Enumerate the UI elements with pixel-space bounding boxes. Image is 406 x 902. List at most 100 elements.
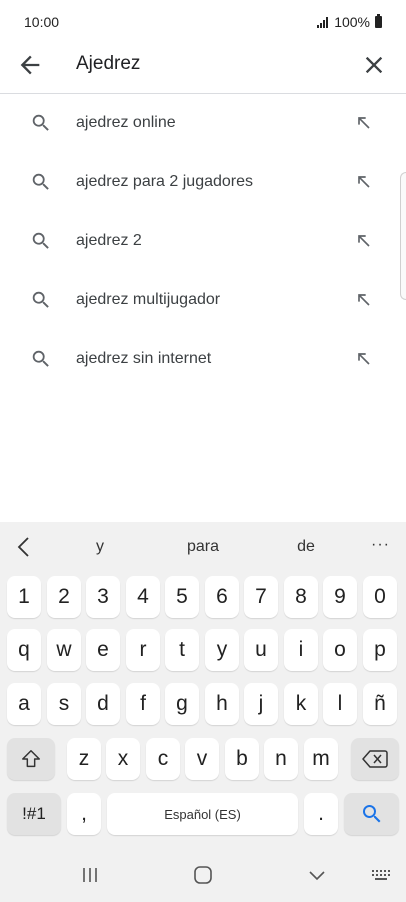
suggestion-completion: sin internet: [128, 350, 212, 367]
hide-keyboard-button[interactable]: [302, 862, 332, 888]
symbols-key[interactable]: !#1: [7, 793, 61, 835]
suggestion-item[interactable]: ajedrez multijugador: [0, 271, 406, 330]
key[interactable]: 5: [165, 576, 199, 618]
comma-key[interactable]: ,: [67, 793, 101, 835]
key[interactable]: g: [165, 683, 199, 725]
period-key[interactable]: .: [304, 793, 338, 835]
suggestion-list: ajedrez online ajedrez para 2 jugadores …: [0, 94, 406, 389]
fill-query-arrow-icon[interactable]: [354, 290, 374, 310]
keyboard-row-top: q w e r t y u i o p: [0, 629, 406, 675]
key[interactable]: t: [165, 629, 199, 671]
backspace-key[interactable]: [351, 738, 399, 780]
backspace-icon: [362, 750, 388, 768]
key[interactable]: 0: [363, 576, 397, 618]
suggestion-match: ajedrez: [76, 350, 129, 367]
key[interactable]: w: [47, 629, 81, 671]
clear-search-button[interactable]: [360, 51, 388, 79]
suggestion-item[interactable]: ajedrez sin internet: [0, 330, 406, 389]
key[interactable]: 1: [7, 576, 41, 618]
keyboard-row-bottom: z x c v b n m: [0, 738, 406, 784]
key[interactable]: z: [67, 738, 101, 780]
fill-query-arrow-icon[interactable]: [354, 172, 374, 192]
keyboard-toolbar: y para de ···: [0, 522, 406, 572]
key[interactable]: d: [86, 683, 120, 725]
home-icon: [194, 866, 212, 884]
key[interactable]: ñ: [363, 683, 397, 725]
recent-apps-button[interactable]: [75, 862, 105, 888]
search-input[interactable]: Ajedrez: [76, 53, 140, 75]
suggestion-match: ajedrez: [76, 114, 129, 131]
shift-key[interactable]: [7, 738, 55, 780]
key[interactable]: c: [146, 738, 180, 780]
key[interactable]: b: [225, 738, 259, 780]
key[interactable]: x: [106, 738, 140, 780]
suggestion-completion: online: [128, 114, 176, 131]
battery-percent: 100%: [334, 14, 370, 30]
key[interactable]: j: [244, 683, 278, 725]
chevron-left-icon[interactable]: [14, 535, 34, 559]
key[interactable]: e: [86, 629, 120, 671]
key[interactable]: k: [284, 683, 318, 725]
back-button[interactable]: [16, 51, 44, 79]
key[interactable]: q: [7, 629, 41, 671]
prediction-1[interactable]: y: [60, 538, 140, 556]
fill-query-arrow-icon[interactable]: [354, 231, 374, 251]
key[interactable]: s: [47, 683, 81, 725]
key[interactable]: o: [323, 629, 357, 671]
suggestion-completion: multijugador: [128, 291, 221, 308]
navigation-bar: [0, 848, 406, 902]
more-options-button[interactable]: ···: [371, 536, 390, 554]
key[interactable]: l: [323, 683, 357, 725]
key[interactable]: u: [244, 629, 278, 671]
key[interactable]: 2: [47, 576, 81, 618]
prediction-3[interactable]: de: [266, 538, 346, 556]
keyboard: y para de ··· 1 2 3 4 5 6 7 8 9 0 q w e …: [0, 522, 406, 902]
suggestion-text: ajedrez multijugador: [76, 291, 220, 309]
keyboard-row-middle: a s d f g h j k l ñ: [0, 683, 406, 729]
key[interactable]: 9: [323, 576, 357, 618]
search-icon: [32, 350, 49, 367]
keyboard-row-numbers: 1 2 3 4 5 6 7 8 9 0: [0, 576, 406, 622]
suggestion-text: ajedrez sin internet: [76, 350, 211, 368]
key[interactable]: f: [126, 683, 160, 725]
close-icon: [365, 56, 383, 74]
key[interactable]: y: [205, 629, 239, 671]
key[interactable]: n: [264, 738, 298, 780]
key[interactable]: 3: [86, 576, 120, 618]
suggestion-text: ajedrez 2: [76, 232, 142, 250]
recents-icon: [83, 868, 97, 882]
suggestion-match: ajedrez: [76, 173, 129, 190]
signal-icon: [317, 16, 329, 28]
key[interactable]: m: [304, 738, 338, 780]
chevron-down-icon: [309, 871, 325, 881]
key[interactable]: a: [7, 683, 41, 725]
keyboard-row-space: !#1 , Español (ES) .: [0, 793, 406, 839]
status-time: 10:00: [24, 14, 60, 30]
key[interactable]: i: [284, 629, 318, 671]
fill-query-arrow-icon[interactable]: [354, 349, 374, 369]
key[interactable]: r: [126, 629, 160, 671]
key[interactable]: p: [363, 629, 397, 671]
suggestion-match: ajedrez: [76, 291, 129, 308]
suggestion-completion: 2: [128, 232, 142, 249]
suggestion-item[interactable]: ajedrez 2: [0, 212, 406, 271]
suggestion-item[interactable]: ajedrez para 2 jugadores: [0, 153, 406, 212]
fill-query-arrow-icon[interactable]: [354, 113, 374, 133]
edge-panel-handle[interactable]: [400, 172, 406, 300]
home-button[interactable]: [188, 862, 218, 888]
suggestion-item[interactable]: ajedrez online: [0, 94, 406, 153]
search-icon: [32, 232, 49, 249]
search-icon: [32, 173, 49, 190]
key[interactable]: v: [185, 738, 219, 780]
search-icon: [32, 291, 49, 308]
prediction-2[interactable]: para: [163, 538, 243, 556]
key[interactable]: 7: [244, 576, 278, 618]
keyboard-switch-button[interactable]: [366, 862, 396, 888]
search-key[interactable]: [344, 793, 399, 835]
key[interactable]: 8: [284, 576, 318, 618]
key[interactable]: 4: [126, 576, 160, 618]
key[interactable]: 6: [205, 576, 239, 618]
space-key[interactable]: Español (ES): [107, 793, 298, 835]
suggestion-completion: para 2 jugadores: [128, 173, 254, 190]
key[interactable]: h: [205, 683, 239, 725]
